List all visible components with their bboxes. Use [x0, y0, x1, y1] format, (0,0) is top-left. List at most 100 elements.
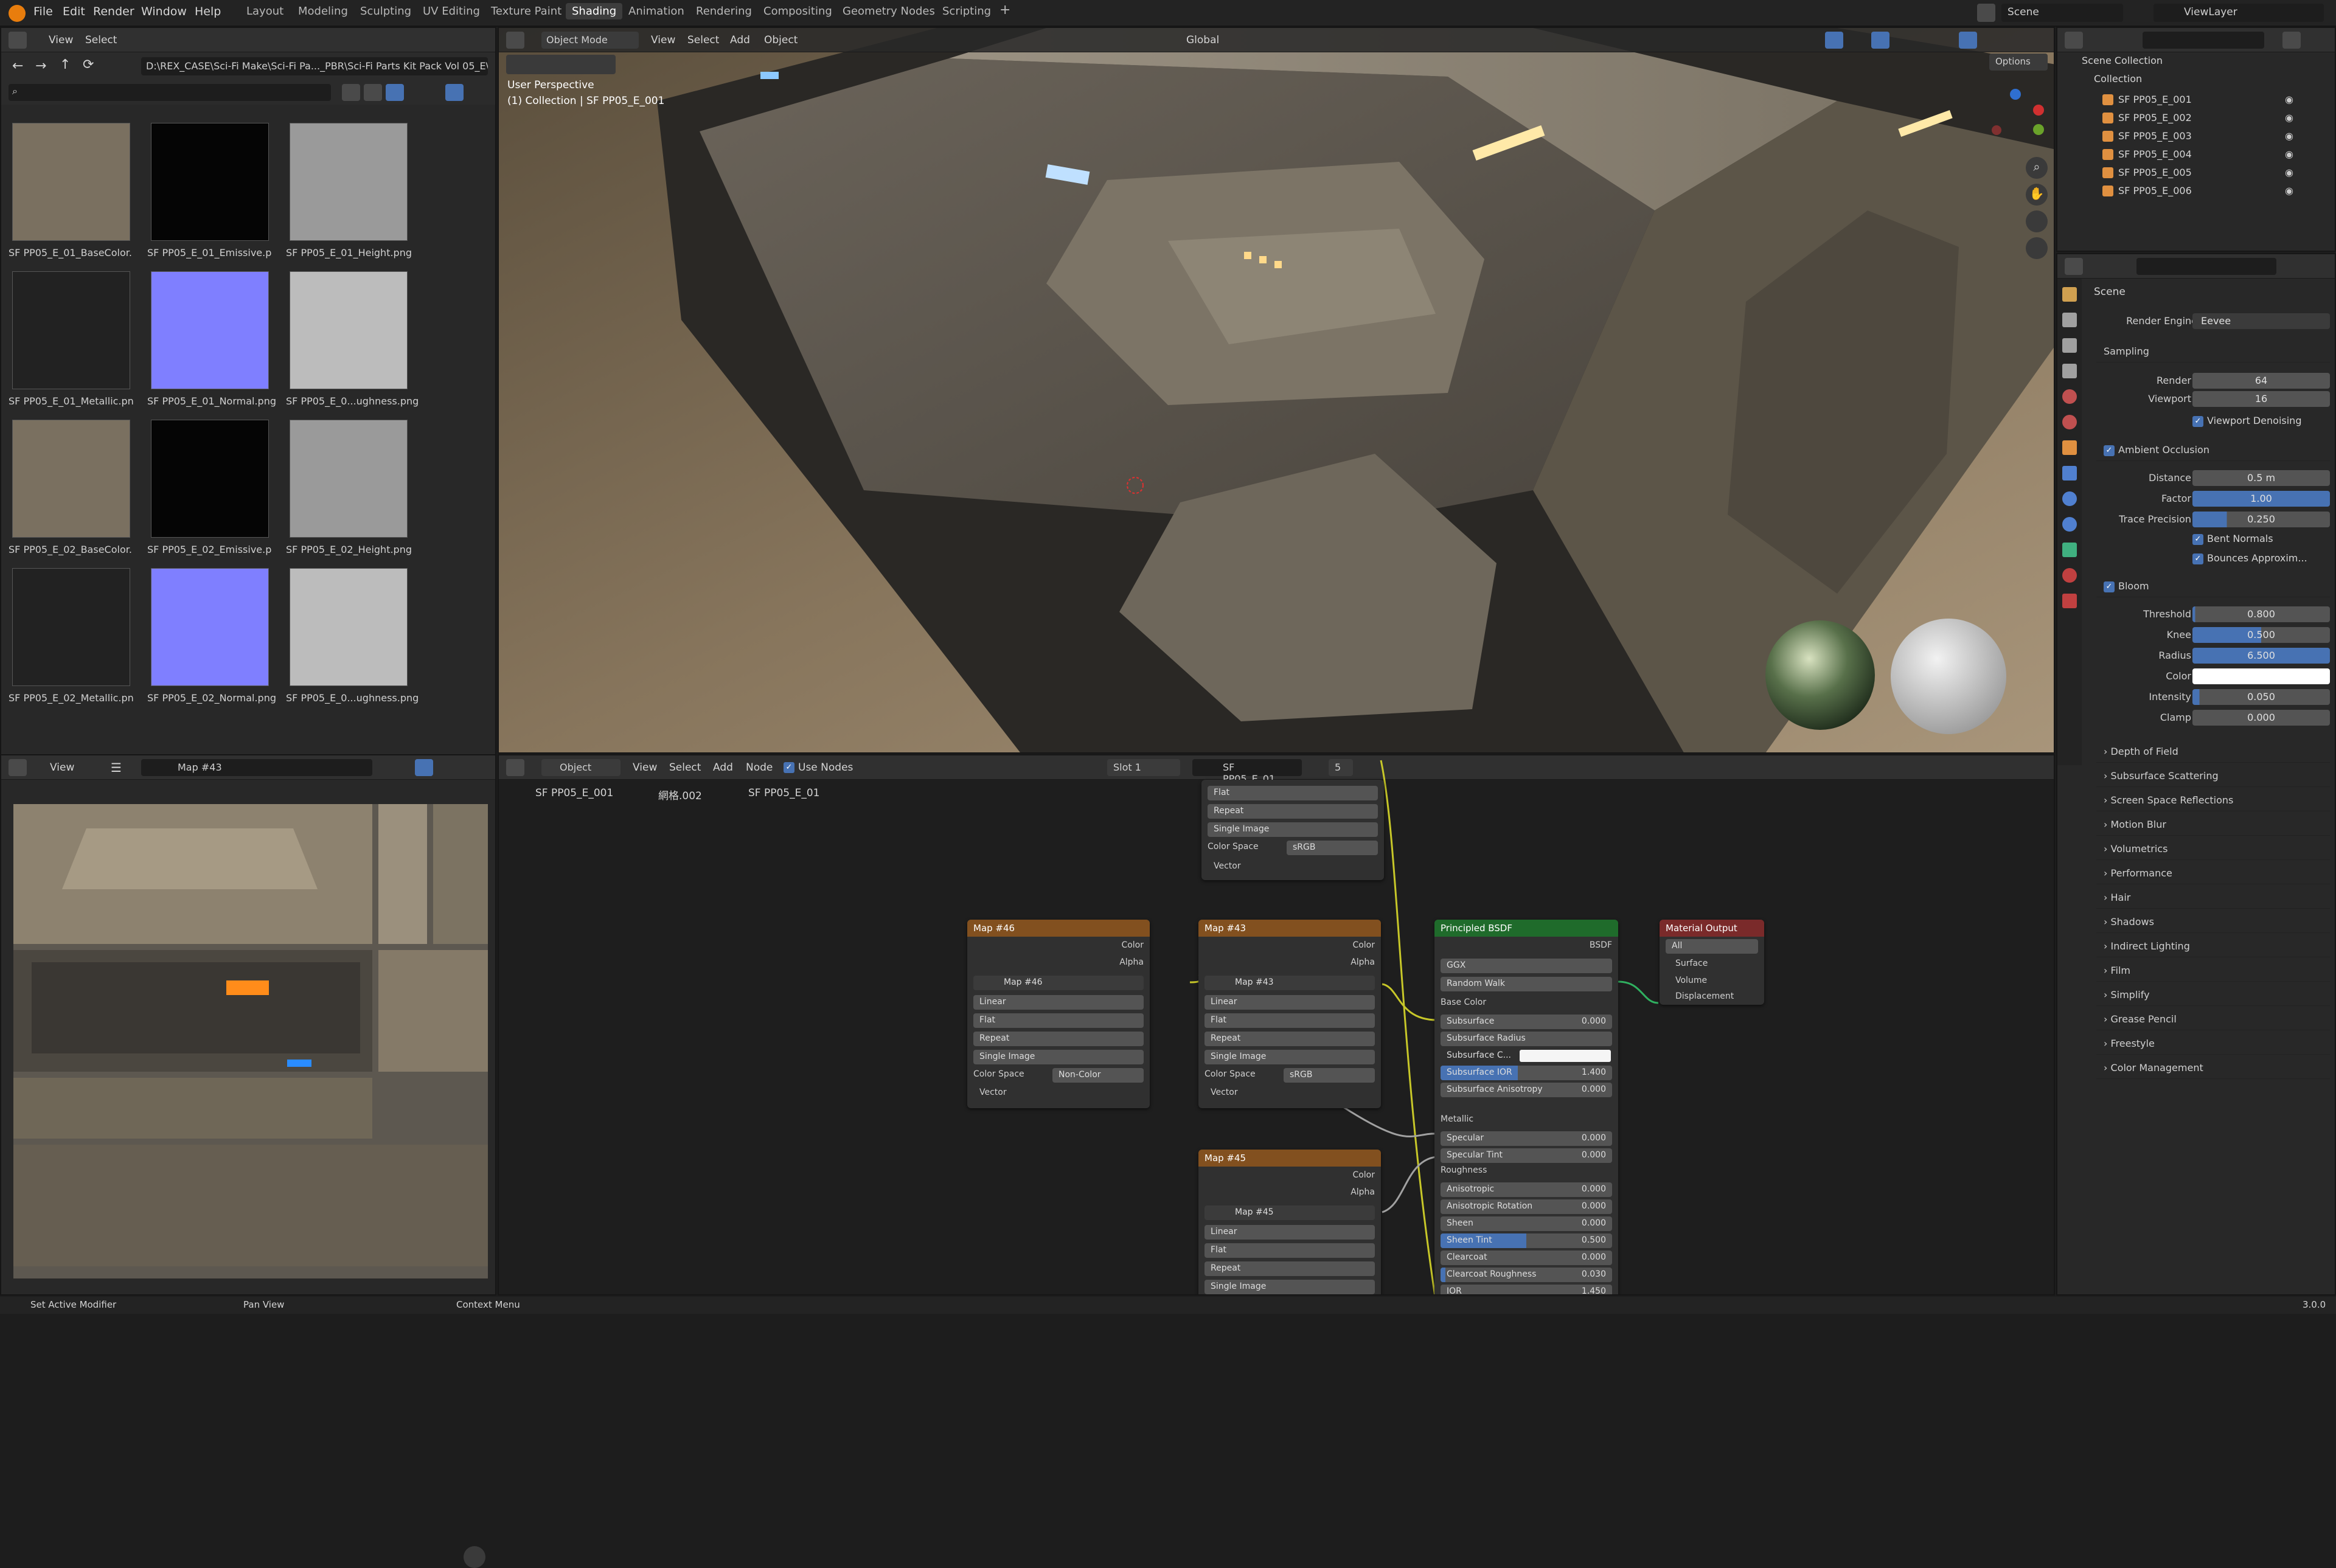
shading-material-icon[interactable]: [1959, 32, 1977, 49]
ao-trace-precision-slider[interactable]: 0.250: [2192, 512, 2330, 527]
ao-distance-field[interactable]: 0.5 m: [2192, 470, 2330, 486]
outliner-object-row[interactable]: SF PP05_E_006 ◉: [2088, 182, 2319, 199]
bsdf-input-field[interactable]: Specular Tint 0.000: [1441, 1148, 1612, 1163]
section-collapsed[interactable]: › Indirect Lighting: [2096, 935, 2330, 957]
file-thumbnail[interactable]: [290, 568, 408, 686]
viewlayer-field[interactable]: ViewLayer: [2154, 4, 2324, 22]
extension-dropdown[interactable]: Repeat: [973, 1032, 1144, 1046]
scene-tab-icon[interactable]: [2062, 389, 2077, 404]
bsdf-input-field[interactable]: Subsurface IOR 1.400: [1441, 1066, 1612, 1080]
projection-dropdown[interactable]: Flat: [973, 1013, 1144, 1028]
output-target-dropdown[interactable]: All: [1666, 939, 1758, 954]
bloom-clamp-field[interactable]: 0.000: [2192, 710, 2330, 726]
tab-shading[interactable]: Shading: [566, 3, 623, 19]
extension-dropdown[interactable]: Repeat: [1204, 1032, 1375, 1046]
gizmo-icon[interactable]: [1825, 32, 1843, 49]
zoom-icon[interactable]: ⌕: [2026, 157, 2048, 179]
back-icon[interactable]: ←: [12, 58, 23, 74]
section-sampling[interactable]: Sampling: [2096, 341, 2330, 363]
node-header[interactable]: Map #43: [1198, 920, 1381, 937]
pan-hand-icon[interactable]: ✋: [2026, 184, 2048, 206]
file-thumbnail[interactable]: [12, 420, 130, 538]
tab-animation[interactable]: Animation: [628, 5, 684, 18]
bsdf-input-field[interactable]: Subsurface C...: [1441, 1049, 1612, 1063]
node-image-texture-top[interactable]: Flat Repeat Single Image Color Space sRG…: [1201, 780, 1384, 880]
color-space-dropdown[interactable]: sRGB: [1284, 1068, 1375, 1083]
menu-object[interactable]: Object: [764, 34, 798, 46]
refresh-icon[interactable]: ⟳: [83, 57, 94, 72]
section-bloom[interactable]: ✓ Bloom: [2096, 575, 2330, 597]
tab-uv-editing[interactable]: UV Editing: [423, 5, 480, 18]
projection-dropdown[interactable]: Flat: [1204, 1243, 1375, 1258]
node-material-output[interactable]: Material Output All Surface Volume Displ…: [1660, 920, 1764, 1005]
projection-dropdown[interactable]: Flat: [1204, 1013, 1375, 1028]
outliner-object-row[interactable]: SF PP05_E_001 ◉: [2088, 91, 2319, 108]
forward-icon[interactable]: →: [35, 58, 46, 74]
node-map-43[interactable]: Map #43 Color Alpha Map #43 Linear Flat …: [1198, 920, 1381, 1108]
image-datablock-field[interactable]: Map #45: [1204, 1205, 1375, 1220]
file-thumbnail[interactable]: [12, 568, 130, 686]
options-dropdown[interactable]: Options: [1989, 54, 2048, 71]
eye-visibility-icon[interactable]: ◉: [2285, 112, 2293, 123]
eye-visibility-icon[interactable]: ◉: [2285, 130, 2293, 142]
bsdf-input-field[interactable]: Subsurface Anisotropy 0.000: [1441, 1083, 1612, 1097]
blender-logo-icon[interactable]: [9, 5, 26, 22]
mode-dropdown[interactable]: Object Mode: [541, 32, 639, 49]
list-view-icon[interactable]: [342, 84, 360, 101]
editor-type-icon[interactable]: [2065, 258, 2083, 275]
section-collapsed[interactable]: › Volumetrics: [2096, 838, 2330, 860]
menu-window[interactable]: Window: [141, 5, 187, 18]
node-map-45[interactable]: Map #45 Color Alpha Map #45 Linear Flat …: [1198, 1150, 1381, 1294]
node-principled-bsdf[interactable]: Principled BSDF BSDF GGX Random Walk Bas…: [1434, 920, 1618, 1294]
scene-selector-icon[interactable]: [1977, 4, 1995, 22]
section-collapsed[interactable]: › Depth of Field: [2096, 741, 2330, 763]
outliner-object-row[interactable]: SF PP05_E_002 ◉: [2088, 109, 2319, 127]
file-thumbnail[interactable]: [12, 271, 130, 389]
tab-texture-paint[interactable]: Texture Paint: [491, 5, 561, 18]
tab-sculpting[interactable]: Sculpting: [360, 5, 411, 18]
menu-view[interactable]: View: [49, 34, 73, 46]
render-engine-dropdown[interactable]: Eevee: [2192, 313, 2330, 329]
outliner-object-row[interactable]: SF PP05_E_003 ◉: [2088, 128, 2319, 145]
material-tab-icon[interactable]: [2062, 568, 2077, 583]
node-header[interactable]: Principled BSDF: [1434, 920, 1618, 937]
ao-factor-slider[interactable]: 1.00: [2192, 491, 2330, 507]
menu-file[interactable]: File: [33, 5, 53, 18]
grid-icon[interactable]: [2026, 237, 2048, 259]
file-thumbnail[interactable]: [290, 271, 408, 389]
tab-geometry-nodes[interactable]: Geometry Nodes: [843, 5, 935, 18]
bloom-color-swatch[interactable]: [2192, 668, 2330, 684]
columns-view-icon[interactable]: [364, 84, 382, 101]
bsdf-input-field[interactable]: Clearcoat Roughness 0.030: [1441, 1268, 1612, 1282]
section-collapsed[interactable]: › Performance: [2096, 862, 2330, 884]
bounces-approx-checkbox[interactable]: ✓ Bounces Approxim...: [2192, 552, 2307, 564]
image-name-field[interactable]: Map #43: [141, 759, 372, 776]
scene-name-field[interactable]: Scene: [2001, 4, 2123, 22]
section-collapsed[interactable]: › Screen Space Reflections: [2096, 789, 2330, 811]
file-thumbnail[interactable]: [151, 123, 269, 241]
section-collapsed[interactable]: › Simplify: [2096, 984, 2330, 1006]
source-dropdown[interactable]: Single Image: [1204, 1280, 1375, 1294]
viewport-samples-field[interactable]: 16: [2192, 391, 2330, 407]
bloom-threshold-slider[interactable]: 0.800: [2192, 606, 2330, 622]
bsdf-input-field[interactable]: Specular 0.000: [1441, 1131, 1612, 1146]
section-collapsed[interactable]: › Color Management: [2096, 1057, 2330, 1079]
image-datablock-field[interactable]: Map #46: [973, 976, 1144, 990]
bsdf-input-field[interactable]: Sheen Tint 0.500: [1441, 1233, 1612, 1248]
search-input[interactable]: [9, 84, 331, 101]
render-samples-field[interactable]: 64: [2192, 373, 2330, 389]
outliner-object-row[interactable]: SF PP05_E_004 ◉: [2088, 146, 2319, 163]
menu-help[interactable]: Help: [195, 5, 221, 18]
overlay-icon[interactable]: [1871, 32, 1889, 49]
section-collapsed[interactable]: › Hair: [2096, 887, 2330, 909]
zoom-icon[interactable]: [464, 1546, 485, 1568]
section-ambient-occlusion[interactable]: ✓ Ambient Occlusion: [2096, 439, 2330, 461]
editor-type-icon[interactable]: [2065, 32, 2083, 49]
menu-select[interactable]: Select: [85, 34, 117, 46]
bsdf-input-field[interactable]: Sheen 0.000: [1441, 1216, 1612, 1231]
tab-scripting[interactable]: Scripting: [942, 5, 991, 18]
tab-layout[interactable]: Layout: [246, 5, 283, 18]
select-tools-toolbar[interactable]: [506, 55, 616, 74]
interpolation-dropdown[interactable]: Linear: [1204, 995, 1375, 1010]
interpolation-dropdown[interactable]: Linear: [973, 995, 1144, 1010]
